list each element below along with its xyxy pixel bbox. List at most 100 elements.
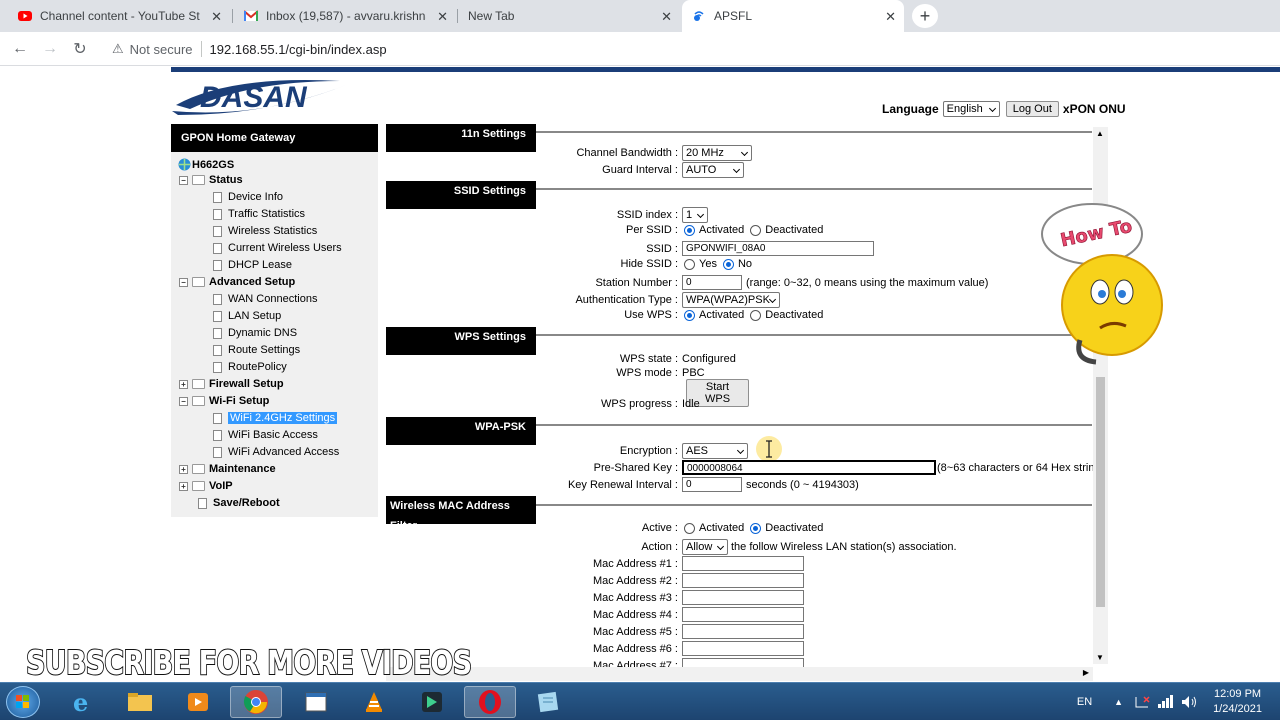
tab-youtube-studio[interactable]: Channel content - YouTube Studi ✕: [8, 0, 230, 32]
taskbar-filmora[interactable]: [406, 686, 458, 718]
nav-wifi-basic-access[interactable]: WiFi Basic Access: [213, 429, 318, 441]
taskbar-internet-explorer[interactable]: e: [56, 686, 108, 718]
per-ssid-deactivated-radio[interactable]: [750, 224, 762, 236]
encryption-select[interactable]: AES: [682, 443, 748, 459]
logout-button[interactable]: Log Out: [1005, 101, 1059, 117]
ssid-row: SSID : GPONWIFI_08A0: [386, 241, 874, 256]
folder-icon: [192, 396, 205, 406]
nav-route-policy[interactable]: RoutePolicy: [213, 361, 287, 373]
logo-text: DASAN: [200, 81, 308, 114]
action-center-icon[interactable]: [1133, 695, 1151, 709]
key-renewal-input[interactable]: 0: [682, 477, 742, 492]
nav-voip[interactable]: + VoIP: [179, 480, 233, 492]
nav-traffic-statistics[interactable]: Traffic Statistics: [213, 208, 305, 220]
nav-advanced-setup[interactable]: − Advanced Setup: [179, 276, 295, 288]
mac-address-3-input[interactable]: [682, 590, 804, 605]
page-icon: [213, 225, 222, 237]
close-tab-icon[interactable]: ✕: [661, 9, 672, 25]
taskbar-file-explorer[interactable]: [114, 686, 166, 718]
nav-route-settings[interactable]: Route Settings: [213, 344, 300, 356]
taskbar-app-window[interactable]: [290, 686, 342, 718]
svg-text:e: e: [73, 689, 88, 715]
nav-wifi-24ghz-settings[interactable]: WiFi 2.4GHz Settings: [213, 412, 338, 424]
nav-wan-connections[interactable]: WAN Connections: [213, 293, 317, 305]
collapse-icon: −: [179, 277, 188, 287]
language-select[interactable]: English: [942, 101, 1000, 117]
station-number-input[interactable]: 0: [682, 275, 742, 290]
nav-lan-setup[interactable]: LAN Setup: [213, 310, 281, 322]
taskbar-chrome[interactable]: [230, 686, 282, 718]
nav-device-info[interactable]: Device Info: [213, 191, 283, 203]
tab-title: Inbox (19,587) - avvaru.krishnaka: [266, 9, 426, 23]
folder-icon: [192, 464, 205, 474]
mac-address-1-input[interactable]: [682, 556, 804, 571]
ssid-input[interactable]: GPONWIFI_08A0: [682, 241, 874, 256]
nav-root[interactable]: H662GS: [178, 158, 234, 171]
nav-wifi-setup[interactable]: − Wi-Fi Setup: [179, 395, 269, 407]
nav-status[interactable]: − Status: [179, 174, 243, 186]
subscribe-overlay-text: SUBSCRIBE FOR MORE VIDEOS: [25, 642, 473, 683]
forward-button[interactable]: →: [39, 38, 61, 60]
taskbar-notes[interactable]: [522, 686, 574, 718]
nav-maintenance[interactable]: + Maintenance: [179, 463, 276, 475]
how-to-mascot-graphic: How To: [1041, 203, 1163, 365]
nav-current-wireless-users[interactable]: Current Wireless Users: [213, 242, 342, 254]
use-wps-deactivated-radio[interactable]: [750, 309, 762, 321]
windows-logo-icon: [16, 695, 29, 708]
close-tab-icon[interactable]: ✕: [437, 9, 448, 25]
mac-filter-deactivated-radio[interactable]: [750, 522, 762, 534]
pre-shared-key-input[interactable]: 0000008064: [682, 460, 936, 475]
network-icon[interactable]: [1157, 695, 1175, 709]
mac-address-6-input[interactable]: [682, 641, 804, 656]
close-tab-icon[interactable]: ✕: [885, 9, 896, 25]
mac-address-4-input[interactable]: [682, 607, 804, 622]
start-button[interactable]: [6, 686, 40, 718]
scroll-thumb[interactable]: [1096, 377, 1105, 607]
reload-button[interactable]: ↻: [69, 38, 91, 60]
channel-bandwidth-select[interactable]: 20 MHz: [682, 145, 752, 161]
close-tab-icon[interactable]: ✕: [211, 9, 222, 25]
nav-dhcp-lease[interactable]: DHCP Lease: [213, 259, 292, 271]
page-icon: [213, 242, 222, 254]
mac-filter-action-select[interactable]: Allow: [682, 539, 728, 555]
taskbar-vlc[interactable]: [348, 686, 400, 718]
header-rule: [171, 67, 1280, 72]
page-icon: [213, 191, 222, 203]
taskbar-opera[interactable]: [464, 686, 516, 718]
mac-address-2-input[interactable]: [682, 573, 804, 588]
mac-filter-action-row: Action : Allow the follow Wireless LAN s…: [641, 539, 957, 555]
taskbar-media-player[interactable]: [172, 686, 224, 718]
tab-gmail-inbox[interactable]: Inbox (19,587) - avvaru.krishnaka ✕: [234, 0, 456, 32]
back-button[interactable]: ←: [9, 38, 31, 60]
mac-filter-activated-radio[interactable]: [684, 522, 695, 534]
use-wps-activated-radio[interactable]: [684, 309, 695, 321]
content-horizontal-scrollbar[interactable]: ▶: [386, 667, 1093, 681]
folder-icon: [192, 175, 205, 185]
nav-wifi-advanced-access[interactable]: WiFi Advanced Access: [213, 446, 339, 458]
folder-icon: [128, 693, 152, 711]
input-language[interactable]: EN: [1077, 696, 1092, 708]
guard-interval-select[interactable]: AUTO: [682, 162, 744, 178]
show-hidden-icons[interactable]: ▲: [1114, 697, 1123, 707]
authentication-type-select[interactable]: WPA(WPA2)PSK: [682, 292, 780, 308]
nav-save-reboot[interactable]: Save/Reboot: [198, 497, 280, 509]
system-clock[interactable]: 12:09 PM 1/24/2021: [1213, 687, 1262, 717]
nav-dynamic-dns[interactable]: Dynamic DNS: [213, 327, 297, 339]
hide-ssid-no-radio[interactable]: [722, 258, 734, 270]
address-bar[interactable]: ⚠ Not secure 192.168.55.1/cgi-bin/index.…: [104, 36, 1264, 62]
mac-address-5-input[interactable]: [682, 624, 804, 639]
new-tab-button[interactable]: +: [912, 4, 938, 28]
nav-title: GPON Home Gateway: [171, 124, 378, 152]
tab-apsfl[interactable]: APSFL ✕: [682, 0, 904, 32]
volume-icon[interactable]: [1181, 695, 1199, 709]
nav-wireless-statistics[interactable]: Wireless Statistics: [213, 225, 317, 237]
hide-ssid-yes-radio[interactable]: [684, 258, 695, 270]
mac-address-row: Mac Address #1 :: [386, 556, 804, 571]
page-icon: [213, 361, 222, 373]
per-ssid-activated-radio[interactable]: [684, 224, 695, 236]
reload-icon: ↻: [73, 41, 87, 58]
ssid-index-select[interactable]: 1: [682, 207, 708, 223]
tab-new-tab[interactable]: New Tab ✕: [458, 0, 680, 32]
nav-firewall-setup[interactable]: + Firewall Setup: [179, 378, 284, 390]
media-player-icon: [188, 693, 208, 711]
